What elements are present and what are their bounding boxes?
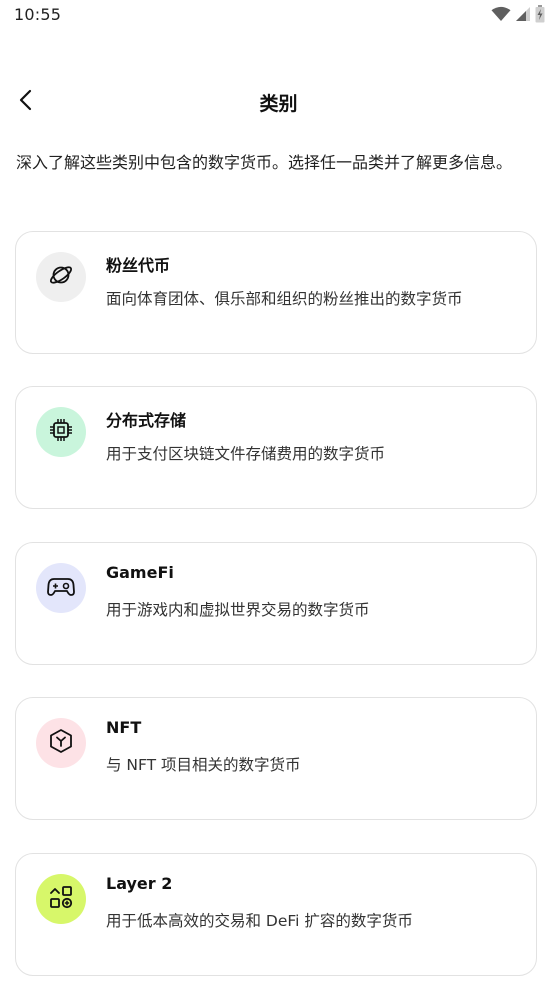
nft-cube-icon: [48, 728, 74, 758]
category-icon-bg: [36, 407, 86, 457]
category-title: GameFi: [106, 563, 174, 582]
gamepad-icon: [47, 574, 75, 602]
page-title: 类别: [259, 93, 298, 115]
category-icon-bg: [36, 874, 86, 924]
intro-text: 深入了解这些类别中包含的数字货币。选择任一品类并了解更多信息。: [16, 153, 513, 172]
planet-icon: [48, 262, 74, 292]
category-icon-bg: [36, 252, 86, 302]
category-description: 面向体育团体、俱乐部和组织的粉丝推出的数字货币: [106, 290, 463, 308]
status-bar: 10:55: [0, 0, 557, 32]
status-time: 10:55: [14, 5, 62, 24]
category-card-gamefi[interactable]: GameFi 用于游戏内和虚拟世界交易的数字货币: [15, 542, 537, 665]
category-card-storage[interactable]: 分布式存储 用于支付区块链文件存储费用的数字货币: [15, 386, 537, 509]
category-icon-bg: [36, 718, 86, 768]
category-description: 用于低本高效的交易和 DeFi 扩容的数字货币: [106, 912, 413, 930]
apps-icon: [48, 884, 74, 914]
battery-icon: [535, 5, 545, 27]
wifi-icon: [491, 6, 511, 26]
category-title: NFT: [106, 718, 142, 737]
category-title: 粉丝代币: [106, 256, 171, 275]
status-icons: [491, 5, 545, 27]
category-title: Layer 2: [106, 874, 173, 893]
category-description: 用于游戏内和虚拟世界交易的数字货币: [106, 601, 370, 619]
category-title: 分布式存储: [106, 411, 187, 430]
chip-icon: [48, 417, 74, 447]
category-description: 与 NFT 项目相关的数字货币: [106, 756, 301, 774]
category-card-nft[interactable]: NFT 与 NFT 项目相关的数字货币: [15, 697, 537, 820]
header: 类别: [0, 80, 557, 126]
signal-icon: [515, 6, 531, 26]
category-card-fan-token[interactable]: 粉丝代币 面向体育团体、俱乐部和组织的粉丝推出的数字货币: [15, 231, 537, 354]
category-description: 用于支付区块链文件存储费用的数字货币: [106, 445, 386, 463]
category-icon-bg: [36, 563, 86, 613]
category-card-layer2[interactable]: Layer 2 用于低本高效的交易和 DeFi 扩容的数字货币: [15, 853, 537, 976]
